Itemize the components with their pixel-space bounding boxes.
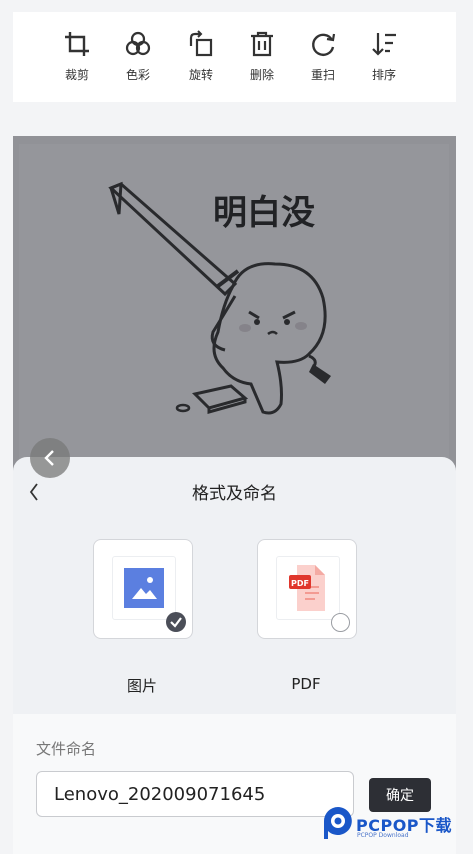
rescan-button[interactable]: 重扫 xyxy=(298,30,348,90)
dim-overlay xyxy=(13,136,456,476)
watermark-sub: PCPOP Download xyxy=(357,832,409,839)
pcpop-watermark: PCPOP下载 PCPOP Download xyxy=(322,805,467,845)
crop-label: 裁剪 xyxy=(64,68,89,82)
sort-button[interactable]: 排序 xyxy=(359,30,409,90)
delete-label: 删除 xyxy=(249,68,274,82)
svg-text:PDF: PDF xyxy=(291,579,309,588)
crop-icon xyxy=(65,32,89,56)
image-file-icon xyxy=(124,568,164,608)
pcpop-logo-icon xyxy=(324,807,352,839)
chevron-left-icon xyxy=(44,450,54,466)
rotate-label: 旋转 xyxy=(188,68,213,82)
rotate-button[interactable]: 旋转 xyxy=(176,30,226,90)
crop-button[interactable]: 裁剪 xyxy=(52,30,102,90)
sheet-title: 格式及命名 xyxy=(192,484,277,504)
format-label-image: 图片 xyxy=(126,677,157,695)
selected-check-icon xyxy=(166,612,186,632)
delete-button[interactable]: 删除 xyxy=(237,30,287,90)
sort-label: 排序 xyxy=(371,68,396,82)
format-option-pdf[interactable]: PDF xyxy=(257,539,357,639)
unselected-radio-icon xyxy=(331,613,350,632)
pdf-file-tile: PDF xyxy=(276,556,340,620)
pdf-file-icon: PDF xyxy=(289,565,325,611)
rescan-label: 重扫 xyxy=(310,68,335,82)
scan-edit-screen: 裁剪 色彩 旋转 删除 重扫 排序 明白没 格式及命名 图片 PDF PDF 文… xyxy=(0,0,473,854)
edit-toolbar: 裁剪 色彩 旋转 删除 重扫 排序 xyxy=(13,12,456,102)
color-label: 色彩 xyxy=(125,68,150,82)
rescan-icon xyxy=(312,33,336,56)
format-option-image[interactable] xyxy=(93,539,193,639)
file-name-label: 文件命名 xyxy=(36,740,97,758)
file-name-input[interactable] xyxy=(36,771,354,817)
previous-page-button[interactable] xyxy=(30,438,70,478)
image-file-tile xyxy=(112,556,176,620)
delete-icon xyxy=(251,31,273,57)
format-label-pdf: PDF xyxy=(291,675,321,693)
color-button[interactable]: 色彩 xyxy=(113,30,163,90)
rotate-icon xyxy=(189,30,213,57)
color-icon xyxy=(125,31,151,56)
format-naming-sheet: 格式及命名 图片 PDF PDF 文件命名 Lenovo_20200907164… xyxy=(13,457,456,854)
sort-icon xyxy=(372,33,396,56)
